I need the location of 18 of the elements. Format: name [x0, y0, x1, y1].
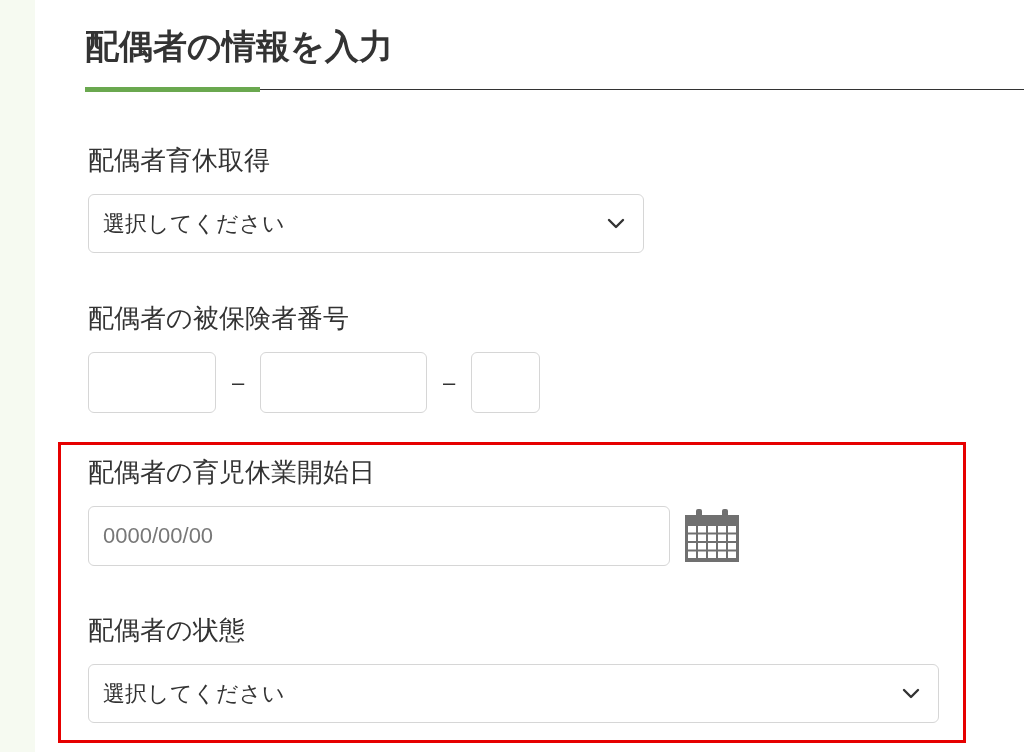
- date-input-field[interactable]: 0000/00/00: [88, 506, 670, 566]
- section-heading: 配偶者の情報を入力: [85, 26, 394, 67]
- input-field[interactable]: [260, 352, 427, 413]
- field-label: 配偶者の被保険者番号: [88, 302, 350, 335]
- select-value: 選択してください: [103, 680, 285, 708]
- field-label: 配偶者の育児休業開始日: [88, 456, 376, 489]
- input-field[interactable]: [88, 352, 216, 413]
- chevron-down-icon: [902, 687, 920, 700]
- field-label: 配偶者の状態: [88, 614, 246, 647]
- separator-dash: –: [230, 369, 246, 397]
- calendar-icon[interactable]: [684, 509, 740, 563]
- separator-dash: –: [441, 369, 457, 397]
- select-dropdown[interactable]: 選択してください: [88, 664, 939, 723]
- input-field[interactable]: [471, 352, 540, 413]
- chevron-down-icon: [607, 217, 625, 230]
- select-dropdown[interactable]: 選択してください: [88, 194, 644, 253]
- select-value: 選択してください: [103, 210, 285, 238]
- field-label: 配偶者育休取得: [88, 144, 271, 177]
